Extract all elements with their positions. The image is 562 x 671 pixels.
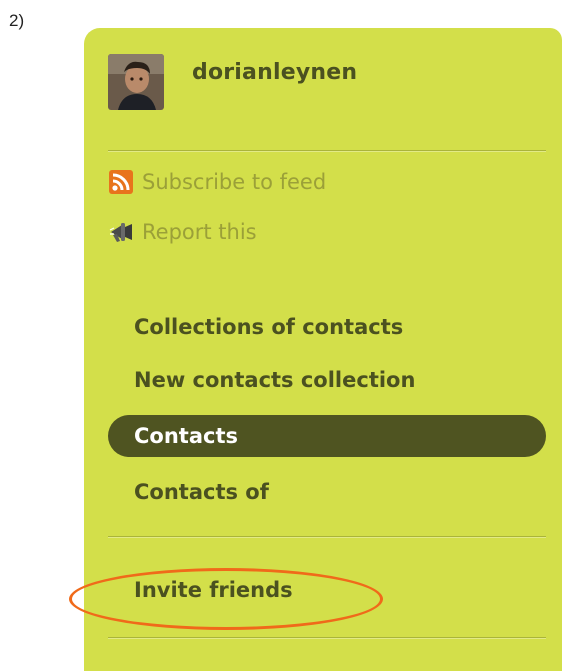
nav-item-contacts-of[interactable]: Contacts of xyxy=(108,471,546,513)
username[interactable]: dorianleynen xyxy=(192,60,357,85)
step-number: 2) xyxy=(9,11,25,30)
nav-item-new-contacts-collection[interactable]: New contacts collection xyxy=(108,359,546,401)
divider xyxy=(108,536,546,538)
avatar[interactable] xyxy=(108,54,164,110)
highlight-ellipse xyxy=(69,568,383,630)
rss-feed-icon xyxy=(109,170,133,194)
nav-item-contacts[interactable]: Contacts xyxy=(108,415,546,457)
divider xyxy=(108,150,546,152)
report-this-link[interactable]: Report this xyxy=(108,219,257,245)
subscribe-to-feed-link[interactable]: Subscribe to feed xyxy=(108,169,326,195)
megaphone-icon xyxy=(109,223,132,242)
nav-item-collections-of-contacts[interactable]: Collections of contacts xyxy=(108,306,546,348)
profile-header[interactable]: dorianleynen xyxy=(108,54,357,110)
divider xyxy=(108,637,546,639)
subscribe-to-feed-label: Subscribe to feed xyxy=(142,170,327,194)
report-this-label: Report this xyxy=(142,220,257,244)
